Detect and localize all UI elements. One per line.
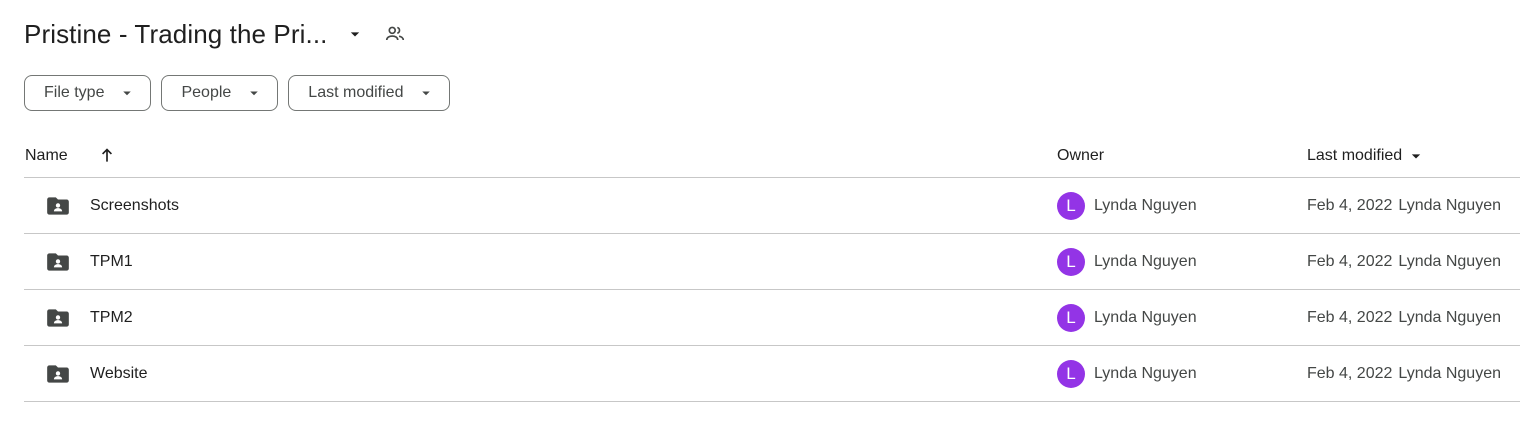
people-filter[interactable]: People [161, 75, 279, 111]
people-filter-label: People [181, 84, 232, 101]
avatar: L [1057, 191, 1085, 220]
table-row[interactable]: TPM2 L Lynda Nguyen Feb 4, 2022 Lynda Ng… [24, 290, 1520, 346]
last-modified-column-header[interactable]: Last modified [1307, 134, 1426, 177]
shared-folder-icon [45, 290, 71, 345]
filter-bar: File type People Last modified [24, 75, 451, 111]
modified-by: Lynda Nguyen [1398, 196, 1501, 214]
name-column-header[interactable]: Name [25, 134, 68, 177]
last-modified-filter[interactable]: Last modified [288, 75, 451, 111]
table-header: Name Owner Last modified [24, 134, 1520, 178]
arrow-upward-icon [102, 148, 112, 162]
file-list: Name Owner Last modified Screenshots L L… [24, 134, 1520, 402]
shared-folder-icon [45, 178, 71, 233]
shared-folder-icon [45, 234, 71, 289]
avatar: L [1057, 359, 1085, 388]
file-name: Screenshots [90, 196, 179, 214]
owner-name: Lynda Nguyen [1094, 364, 1197, 382]
table-row[interactable]: Website L Lynda Nguyen Feb 4, 2022 Lynda… [24, 346, 1520, 402]
table-row[interactable]: Screenshots L Lynda Nguyen Feb 4, 2022 L… [24, 178, 1520, 234]
owner-name: Lynda Nguyen [1094, 196, 1197, 214]
last-modified-cell: Feb 4, 2022 Lynda Nguyen [1307, 290, 1501, 345]
folder-header: Pristine - Trading the Pri... [24, 14, 411, 54]
owner-cell: L Lynda Nguyen [1057, 178, 1197, 233]
avatar: L [1057, 247, 1085, 276]
modified-date: Feb 4, 2022 [1307, 308, 1393, 326]
arrow-drop-down-icon [1406, 146, 1426, 166]
shared-folder-icon [45, 346, 71, 401]
modified-by: Lynda Nguyen [1398, 252, 1501, 270]
arrow-drop-down-icon [417, 84, 435, 102]
last-modified-header-label: Last modified [1307, 146, 1403, 164]
drive-folder-view: Pristine - Trading the Pri... File type … [0, 0, 1520, 437]
last-modified-cell: Feb 4, 2022 Lynda Nguyen [1307, 178, 1501, 233]
owner-column-header: Owner [1057, 146, 1105, 164]
last-modified-filter-label: Last modified [308, 84, 404, 101]
owner-cell: L Lynda Nguyen [1057, 290, 1197, 345]
table-row[interactable]: TPM1 L Lynda Nguyen Feb 4, 2022 Lynda Ng… [24, 234, 1520, 290]
file-name: TPM2 [90, 308, 133, 326]
sort-direction-button[interactable] [91, 139, 123, 171]
folder-title[interactable]: Pristine - Trading the Pri... [24, 19, 327, 50]
modified-by: Lynda Nguyen [1398, 364, 1501, 382]
avatar: L [1057, 303, 1085, 332]
owner-name: Lynda Nguyen [1094, 308, 1197, 326]
file-type-filter[interactable]: File type [24, 75, 152, 111]
arrow-drop-down-icon [351, 32, 360, 37]
folder-menu-button[interactable] [339, 18, 371, 50]
modified-date: Feb 4, 2022 [1307, 364, 1393, 382]
arrow-drop-down-icon [245, 84, 263, 102]
file-name: Website [90, 364, 148, 382]
file-type-filter-label: File type [44, 84, 105, 101]
owner-cell: L Lynda Nguyen [1057, 346, 1197, 401]
file-name: TPM1 [90, 252, 133, 270]
owner-cell: L Lynda Nguyen [1057, 234, 1197, 289]
modified-date: Feb 4, 2022 [1307, 196, 1393, 214]
last-modified-cell: Feb 4, 2022 Lynda Nguyen [1307, 234, 1501, 289]
owner-name: Lynda Nguyen [1094, 252, 1197, 270]
modified-by: Lynda Nguyen [1398, 308, 1501, 326]
modified-date: Feb 4, 2022 [1307, 252, 1393, 270]
people-icon [386, 26, 405, 41]
arrow-drop-down-icon [118, 84, 136, 102]
last-modified-cell: Feb 4, 2022 Lynda Nguyen [1307, 346, 1501, 401]
shared-with-button[interactable] [379, 18, 411, 50]
